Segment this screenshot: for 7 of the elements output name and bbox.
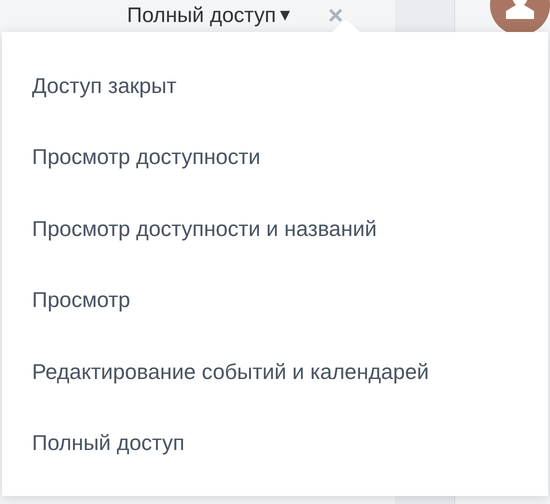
menu-item[interactable]: Просмотр доступности	[2, 122, 548, 193]
access-dropdown[interactable]: Полный доступ ▾	[127, 4, 290, 26]
menu-item[interactable]: Просмотр доступности и названий	[2, 193, 548, 264]
menu-item[interactable]: Редактирование событий и календарей	[2, 336, 548, 408]
menu-item[interactable]: Просмотр	[2, 264, 548, 336]
menu-item[interactable]: Полный доступ	[2, 408, 548, 479]
menu-item[interactable]: Доступ закрыт	[2, 50, 548, 122]
